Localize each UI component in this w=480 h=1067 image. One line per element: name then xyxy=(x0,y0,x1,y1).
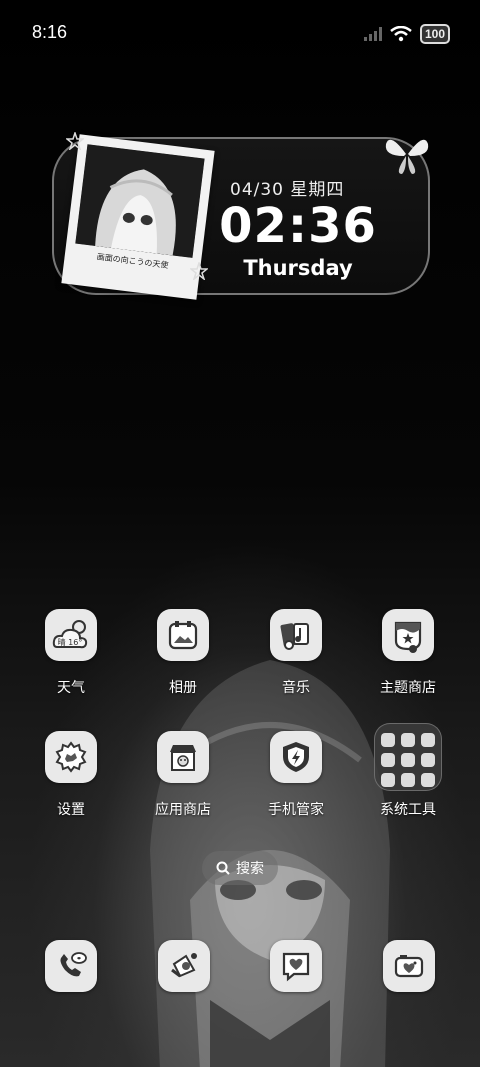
security-icon xyxy=(270,731,322,783)
battery-indicator: 100 xyxy=(419,24,450,44)
app-label: 主题商店 xyxy=(380,680,436,696)
mini-app-icon xyxy=(421,773,435,787)
mini-app-icon xyxy=(421,753,435,767)
widget-date: 04/30 星期四 xyxy=(230,180,345,200)
mini-app-icon xyxy=(381,773,395,787)
status-time: 8:16 xyxy=(32,22,68,42)
phone-icon xyxy=(60,952,87,977)
mini-app-icon xyxy=(421,733,435,747)
mini-app-icon xyxy=(381,753,395,767)
star-icon xyxy=(66,132,84,150)
browser-icon xyxy=(171,953,197,978)
app-settings[interactable]: 设置 xyxy=(21,731,121,819)
gallery-icon xyxy=(157,609,209,661)
search-icon xyxy=(216,861,230,875)
butterfly-icon xyxy=(385,139,429,174)
app-label: 系统工具 xyxy=(380,802,436,818)
camera-icon xyxy=(394,955,424,978)
status-bar: 8:16 100 xyxy=(0,0,480,68)
mini-app-icon xyxy=(401,773,415,787)
app-gallery[interactable]: 相册 xyxy=(133,609,233,697)
app-label: 应用商店 xyxy=(155,802,211,818)
folder-icon xyxy=(374,723,442,791)
mini-app-icon xyxy=(401,753,415,767)
status-icons: 100 xyxy=(363,24,450,44)
dock-camera[interactable] xyxy=(383,940,435,992)
app-label: 相册 xyxy=(169,680,197,696)
weather-icon: 晴 16° xyxy=(45,609,97,661)
weather-badge: 晴 16° xyxy=(58,637,83,647)
app-label: 手机管家 xyxy=(268,802,324,818)
app-label: 设置 xyxy=(57,802,85,818)
search-button[interactable]: 搜索 xyxy=(202,851,278,885)
app-label: 音乐 xyxy=(282,680,310,696)
dock-messages[interactable] xyxy=(270,940,322,992)
app-music[interactable]: 音乐 xyxy=(246,609,346,697)
dock-browser[interactable] xyxy=(158,940,210,992)
messages-icon xyxy=(282,952,310,982)
polaroid-image xyxy=(75,144,205,258)
mini-app-icon xyxy=(401,733,415,747)
theme-store-icon xyxy=(382,609,434,661)
app-system-tools-folder[interactable]: 系统工具 xyxy=(358,723,458,819)
star-icon xyxy=(190,262,208,280)
widget-clock: 02:36 xyxy=(219,198,377,254)
app-store-icon xyxy=(157,731,209,783)
search-label: 搜索 xyxy=(236,861,264,877)
app-app-store[interactable]: 应用商店 xyxy=(133,731,233,819)
mini-app-icon xyxy=(381,733,395,747)
app-security[interactable]: 手机管家 xyxy=(246,731,346,819)
signal-icon xyxy=(363,27,382,41)
app-label: 天气 xyxy=(57,680,85,696)
dock-phone[interactable] xyxy=(45,940,97,992)
wifi-icon xyxy=(390,26,412,42)
settings-icon xyxy=(45,731,97,783)
app-theme-store[interactable]: 主题商店 xyxy=(358,609,458,697)
widget-weekday: Thursday xyxy=(243,256,353,280)
music-icon xyxy=(270,609,322,661)
app-weather[interactable]: 晴 16° 天气 xyxy=(21,609,121,697)
